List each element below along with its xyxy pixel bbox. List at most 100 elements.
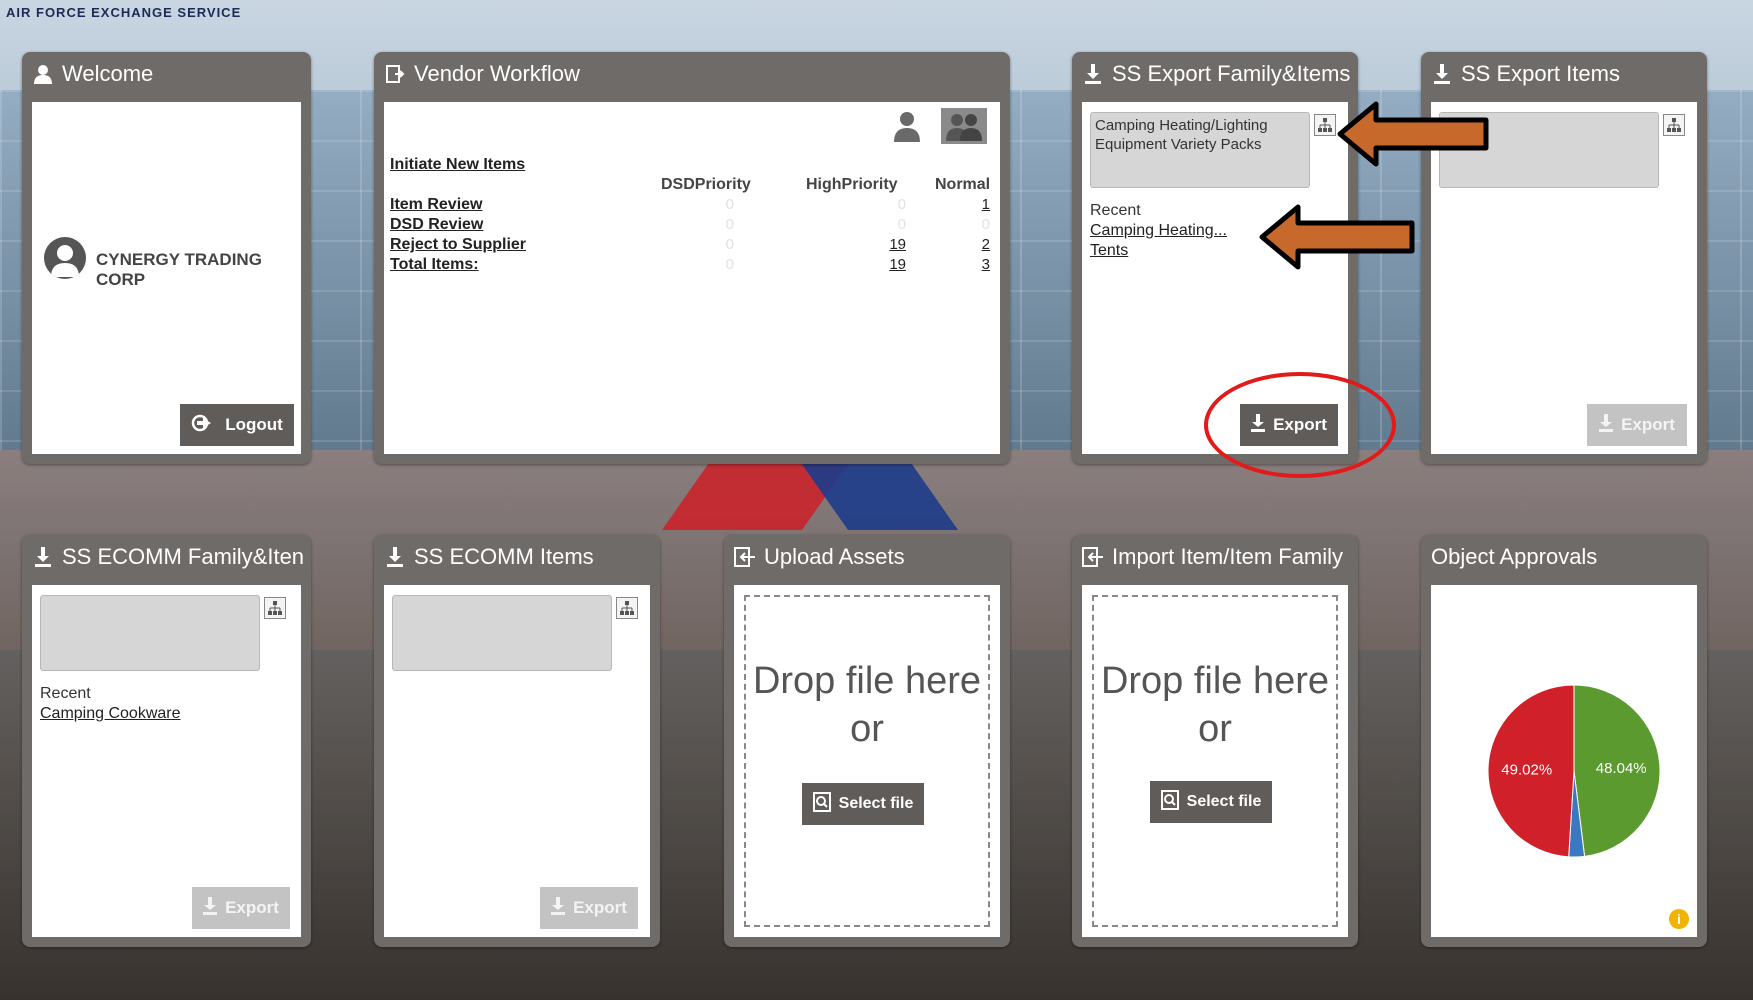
upload-icon [734,546,756,568]
company-name: CYNERGY TRADING CORP [96,250,262,289]
import-dropzone[interactable]: Drop file here or Select file [1092,595,1338,927]
upload-assets-header: Upload Assets [724,535,1010,579]
recent-label: Recent [40,685,91,702]
upload-dropzone[interactable]: Drop file here or Select file [744,595,990,927]
single-user-icon[interactable] [892,110,922,147]
recent-camping-cookware-link[interactable]: Camping Cookware [40,705,181,723]
item-review-normal[interactable]: 1 [960,196,990,213]
upload-assets-body: Drop file here or Select file [734,585,1000,937]
import-item-title: Import Item/Item Family [1112,544,1344,569]
download-icon [1599,413,1614,437]
upload-assets-panel: Upload Assets Drop file here or Select f… [724,535,1010,947]
pie-slice-label: 48.04% [1596,760,1647,777]
select-file-label: Select file [838,795,914,812]
hierarchy-icon[interactable] [1663,114,1685,136]
ss-ecomm-family-header: SS ECOMM Family&Iten [22,535,311,579]
drop-line-2: or [1198,708,1232,750]
export-label: Export [225,898,279,917]
object-approvals-header: Object Approvals [1421,535,1707,579]
hierarchy-icon[interactable] [264,597,286,619]
initiate-new-items-link[interactable]: Initiate New Items [390,156,525,174]
logout-button[interactable]: Logout [180,404,294,446]
ss-export-family-header: SS Export Family&Items [1072,52,1358,96]
export-label: Export [1621,415,1675,434]
select-file-button[interactable]: Select file [1150,781,1272,823]
ss-export-family-title: SS Export Family&Items [1112,61,1351,86]
ss-ecomm-items-panel: SS ECOMM Items Export [374,535,660,947]
vendor-workflow-panel: Vendor Workflow Initiate New Items DSDPr… [374,52,1010,464]
download-icon [1431,63,1453,85]
col-high-priority: HighPriority [806,176,898,193]
ecomm-family-tree-box[interactable] [40,595,260,671]
drop-line-1: Drop file here [752,660,982,702]
recent-tents-link[interactable]: Tents [1090,242,1128,260]
item-review-link[interactable]: Item Review [390,196,482,214]
total-items-link[interactable]: Total Items: [390,256,479,274]
reject-high[interactable]: 19 [876,236,906,253]
info-icon[interactable]: i [1669,909,1689,929]
object-approvals-panel: Object Approvals 48.04% 49.02% i [1421,535,1707,947]
brand-title: AIR FORCE EXCHANGE SERVICE [6,5,242,20]
dsd-review-link[interactable]: DSD Review [390,216,483,234]
ecomm-items-tree-box[interactable] [392,595,612,671]
welcome-title: Welcome [62,61,154,86]
welcome-header: Welcome [22,52,311,96]
logout-icon [191,413,217,438]
drop-text: Drop file here or [746,657,988,753]
dsd-review-high: 0 [897,216,906,233]
welcome-panel: Welcome CYNERGY TRADING CORP Logout [22,52,311,464]
annotation-arrow-1 [1337,101,1489,167]
vendor-workflow-body: Initiate New Items DSDPriority HighPrior… [384,102,1000,454]
user-icon [32,63,54,85]
ss-ecomm-family-panel: SS ECOMM Family&Iten Recent Camping Cook… [22,535,311,947]
annotation-arrow-2 [1259,204,1415,270]
drop-text: Drop file here or [1094,657,1336,753]
family-tree-box[interactable]: Camping Heating/Lighting Equipment Varie… [1090,112,1310,188]
download-icon [384,546,406,568]
export-button-disabled[interactable]: Export [192,887,290,929]
download-icon [551,896,566,920]
col-dsd-priority: DSDPriority [661,176,751,193]
ss-ecomm-items-title: SS ECOMM Items [414,544,594,569]
import-icon [1082,546,1104,568]
import-item-header: Import Item/Item Family [1072,535,1358,579]
vendor-workflow-title: Vendor Workflow [414,61,580,86]
select-file-label: Select file [1186,793,1262,810]
export-button-disabled[interactable]: Export [540,887,638,929]
object-approvals-body: 48.04% 49.02% i [1431,585,1697,937]
import-item-body: Drop file here or Select file [1082,585,1348,937]
selected-family-text: Camping Heating/Lighting Equipment Varie… [1095,117,1268,153]
select-file-button[interactable]: Select file [802,783,924,825]
total-normal[interactable]: 3 [960,256,990,273]
workflow-icon [384,63,406,85]
reject-normal[interactable]: 2 [960,236,990,253]
avatar [44,237,86,279]
drop-line-2: or [850,708,884,750]
export-label: Export [573,898,627,917]
upload-assets-title: Upload Assets [764,544,905,569]
ss-ecomm-family-body: Recent Camping Cookware Export [32,585,301,937]
reject-to-supplier-link[interactable]: Reject to Supplier [390,236,526,254]
recent-camping-heating-link[interactable]: Camping Heating... [1090,222,1227,240]
ss-ecomm-items-body: Export [384,585,650,937]
ss-ecomm-family-title: SS ECOMM Family&Iten [62,544,305,569]
group-users-icon[interactable] [941,108,987,144]
ss-ecomm-items-header: SS ECOMM Items [374,535,660,579]
col-normal: Normal [935,176,991,193]
export-button-disabled[interactable]: Export [1587,404,1687,446]
total-high[interactable]: 19 [876,256,906,273]
download-icon [32,546,54,568]
total-dsd: 0 [725,256,734,273]
recent-label: Recent [1090,202,1141,219]
dsd-review-dsd: 0 [725,216,734,233]
welcome-body: CYNERGY TRADING CORP Logout [32,102,301,454]
hierarchy-icon[interactable] [1314,114,1336,136]
hierarchy-icon[interactable] [616,597,638,619]
pie-slice-label: 49.02% [1501,762,1552,779]
drop-line-1: Drop file here [1100,660,1330,702]
vendor-workflow-header: Vendor Workflow [374,52,1010,96]
import-item-panel: Import Item/Item Family Drop file here o… [1072,535,1358,947]
item-review-high: 0 [897,196,906,213]
ss-export-items-header: SS Export Items [1421,52,1707,96]
file-search-icon [1160,789,1179,815]
